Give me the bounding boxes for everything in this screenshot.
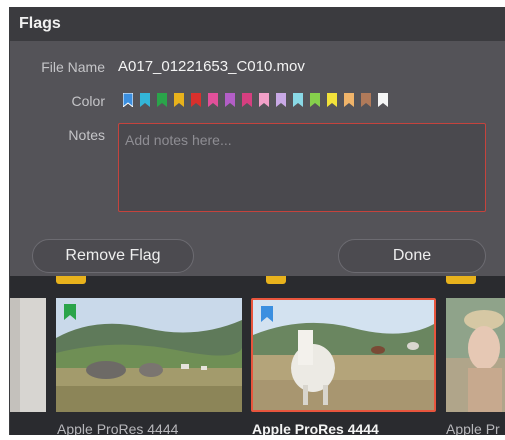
clip-marker-tab bbox=[446, 276, 476, 284]
clip-thumbnail-image bbox=[10, 298, 46, 412]
clip-label: Apple Pr bbox=[446, 421, 500, 435]
done-button[interactable]: Done bbox=[338, 239, 486, 273]
flag-color-swatch[interactable] bbox=[140, 93, 150, 107]
file-name-value: A017_01221653_C010.mov bbox=[118, 58, 305, 75]
flag-color-swatch[interactable] bbox=[344, 93, 354, 107]
flags-window: Flags File Name A017_01221653_C010.mov C… bbox=[9, 7, 505, 435]
flag-color-swatch[interactable] bbox=[225, 93, 235, 107]
flag-color-swatch[interactable] bbox=[259, 93, 269, 107]
flag-color-swatch[interactable] bbox=[361, 93, 371, 107]
clip-thumbnail-selected[interactable] bbox=[251, 298, 436, 412]
flag-color-swatch[interactable] bbox=[327, 93, 337, 107]
color-label: Color bbox=[71, 93, 105, 109]
clip-thumbnail[interactable] bbox=[56, 298, 242, 412]
clip-thumbnail-image bbox=[446, 298, 505, 412]
dialog-title: Flags bbox=[19, 15, 61, 32]
flag-color-picker bbox=[123, 93, 388, 107]
clip-thumbnail-image bbox=[253, 300, 434, 410]
notes-label: Notes bbox=[68, 127, 105, 143]
flag-color-swatch[interactable] bbox=[123, 93, 133, 107]
clip-thumbnail[interactable] bbox=[446, 298, 505, 412]
flag-color-swatch[interactable] bbox=[174, 93, 184, 107]
dialog-header: Flags bbox=[10, 7, 505, 41]
file-name-label: File Name bbox=[41, 59, 105, 75]
flag-color-swatch[interactable] bbox=[191, 93, 201, 107]
flag-color-swatch[interactable] bbox=[276, 93, 286, 107]
flag-color-swatch[interactable] bbox=[242, 93, 252, 107]
flags-dialog: Flags File Name A017_01221653_C010.mov C… bbox=[10, 7, 505, 276]
flag-color-swatch[interactable] bbox=[310, 93, 320, 107]
clip-label: Apple ProRes 4444 bbox=[57, 421, 179, 435]
clip-filmstrip: Apple ProRes 4444 Apple ProRes 4444 Appl… bbox=[10, 276, 505, 435]
flag-icon bbox=[64, 304, 76, 325]
clip-marker-tab bbox=[266, 276, 286, 284]
clip-thumbnail-image bbox=[56, 298, 242, 412]
clip-thumbnail[interactable] bbox=[10, 298, 46, 412]
flag-color-swatch[interactable] bbox=[293, 93, 303, 107]
flag-color-swatch[interactable] bbox=[157, 93, 167, 107]
remove-flag-button[interactable]: Remove Flag bbox=[32, 239, 194, 273]
notes-field[interactable]: Add notes here... bbox=[118, 123, 486, 212]
flag-color-swatch[interactable] bbox=[208, 93, 218, 107]
flag-icon bbox=[261, 306, 273, 327]
clip-marker-tab bbox=[56, 276, 86, 284]
clip-label-selected: Apple ProRes 4444 bbox=[252, 421, 379, 435]
flag-color-swatch[interactable] bbox=[378, 93, 388, 107]
